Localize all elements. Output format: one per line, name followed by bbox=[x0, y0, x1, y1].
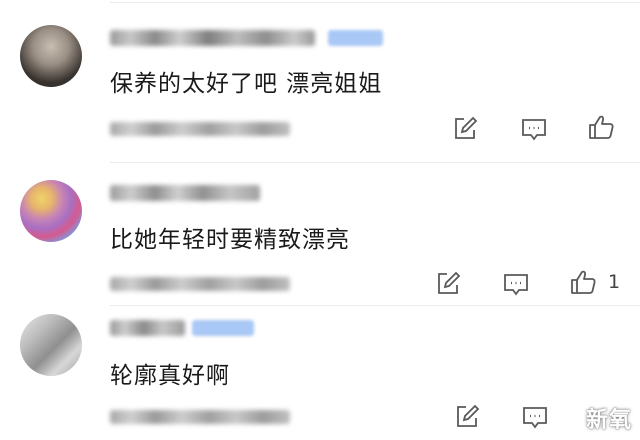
comment-text: 轮廓真好啊 bbox=[110, 363, 230, 389]
comment-meta bbox=[110, 410, 290, 424]
comment-item: 轮廓真好啊 bbox=[0, 308, 640, 440]
reply-button[interactable] bbox=[452, 402, 482, 432]
comment-text: 保养的太好了吧 漂亮姐姐 bbox=[110, 71, 383, 97]
comment-meta bbox=[110, 277, 290, 291]
username[interactable] bbox=[110, 30, 315, 46]
comment-button[interactable] bbox=[501, 269, 531, 299]
chat-bubble-icon bbox=[523, 407, 547, 429]
like-button[interactable] bbox=[568, 267, 598, 297]
like-button[interactable] bbox=[586, 112, 616, 142]
chat-bubble-icon bbox=[504, 274, 528, 296]
user-badge bbox=[328, 30, 383, 46]
like-count: 1 bbox=[608, 271, 621, 293]
edit-square-icon bbox=[455, 116, 478, 139]
reply-button[interactable] bbox=[450, 114, 480, 144]
comment-divider bbox=[110, 305, 640, 306]
comment-meta bbox=[110, 122, 290, 136]
user-badge bbox=[192, 320, 254, 336]
chat-bubble-icon bbox=[522, 119, 546, 141]
comment-item: 保养的太好了吧 漂亮姐姐 bbox=[0, 0, 640, 160]
edit-square-icon bbox=[457, 404, 480, 427]
avatar[interactable] bbox=[20, 314, 82, 376]
username[interactable] bbox=[110, 185, 260, 201]
comment-button[interactable] bbox=[520, 402, 550, 432]
reply-button[interactable] bbox=[433, 269, 463, 299]
comment-button[interactable] bbox=[519, 114, 549, 144]
comment-text: 比她年轻时要精致漂亮 bbox=[110, 227, 350, 253]
thumbs-up-icon bbox=[589, 115, 614, 139]
watermark-logo: 新氧 bbox=[585, 408, 632, 433]
username[interactable] bbox=[110, 320, 185, 336]
avatar[interactable] bbox=[20, 25, 82, 87]
comment-item: 比她年轻时要精致漂亮 1 bbox=[0, 165, 640, 305]
edit-square-icon bbox=[438, 271, 461, 294]
avatar[interactable] bbox=[20, 180, 82, 242]
thumbs-up-icon bbox=[571, 270, 596, 294]
comment-divider bbox=[110, 162, 640, 163]
